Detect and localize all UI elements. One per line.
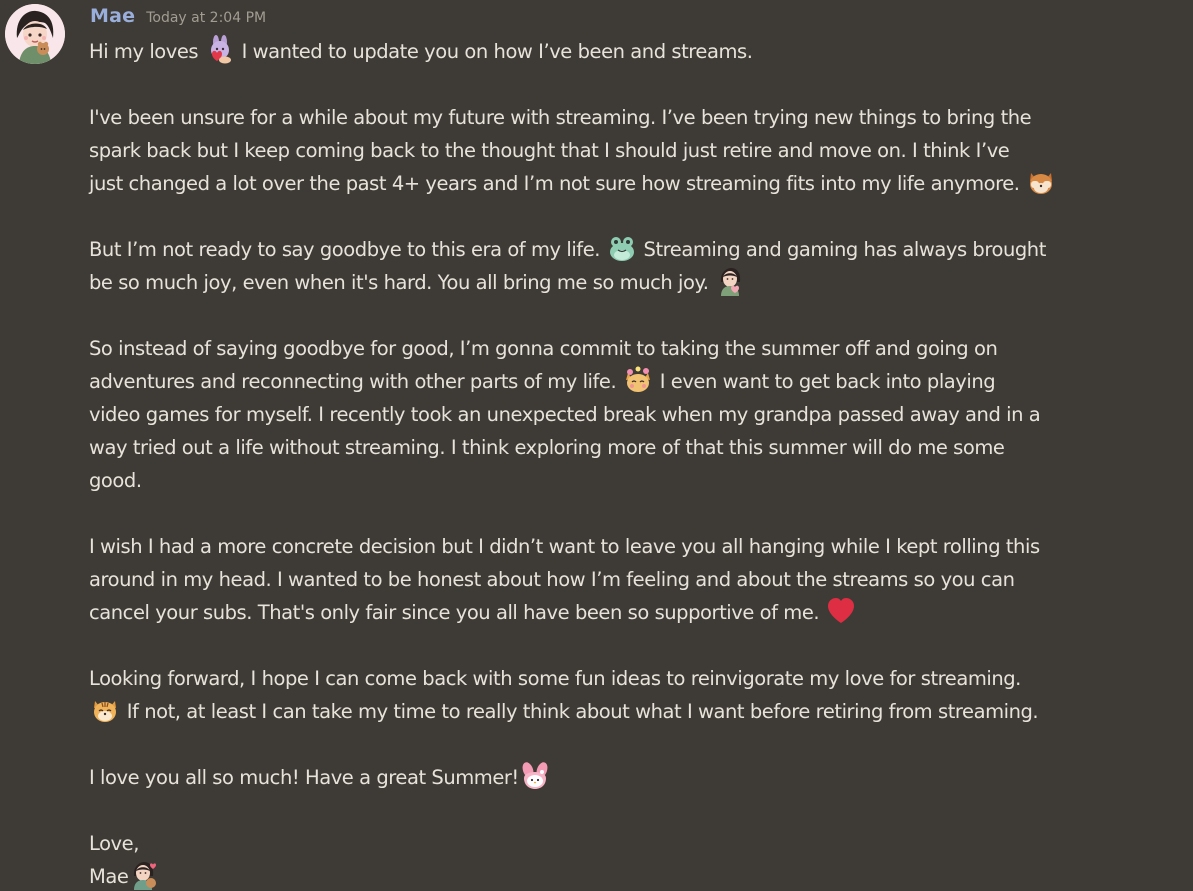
message-line: adventures and reconnecting with other p… — [89, 365, 1189, 398]
message-timestamp: Today at 2:04 PM — [146, 10, 267, 26]
message-line: just changed a lot over the past 4+ year… — [89, 167, 1189, 200]
message-paragraph: Love, Mae — [89, 827, 1189, 891]
avatar-image — [5, 4, 65, 64]
text-segment: I wanted to update you on how I’ve been … — [235, 40, 753, 63]
text-segment: good. — [89, 469, 142, 492]
message-line: video games for myself. I recently took … — [89, 398, 1189, 431]
text-segment: adventures and reconnecting with other p… — [89, 370, 622, 393]
text-segment: I've been unsure for a while about my fu… — [89, 106, 1032, 129]
frog-emoji[interactable] — [607, 233, 637, 263]
message-line: good. — [89, 464, 1189, 497]
message-line: I've been unsure for a while about my fu… — [89, 101, 1189, 134]
my-melody-emoji[interactable] — [520, 761, 550, 791]
text-segment: around in my head. I wanted to be honest… — [89, 568, 1015, 591]
text-segment: cancel your subs. That's only fair since… — [89, 601, 825, 624]
message-content: Hi my loves I wanted to update you on ho… — [89, 35, 1189, 891]
mae-heart-emoji[interactable] — [129, 860, 159, 890]
message-line: be so much joy, even when it's hard. You… — [89, 266, 1189, 299]
text-segment: Hi my loves — [89, 40, 204, 63]
message-paragraph: Hi my loves I wanted to update you on ho… — [89, 35, 1189, 68]
flower-cat-emoji[interactable] — [623, 365, 653, 395]
message-line: So instead of saying goodbye for good, I… — [89, 332, 1189, 365]
text-segment: Love, — [89, 832, 139, 855]
red-heart-emoji[interactable] — [826, 596, 856, 626]
message-header: Mae Today at 2:04 PM — [90, 5, 266, 31]
message-paragraph: I love you all so much! Have a great Sum… — [89, 761, 1189, 794]
bunny-heart-emoji[interactable] — [205, 35, 235, 65]
message-line: Hi my loves I wanted to update you on ho… — [89, 35, 1189, 68]
message-line: spark back but I keep coming back to the… — [89, 134, 1189, 167]
text-segment: So instead of saying goodbye for good, I… — [89, 337, 998, 360]
chat-message: Mae Today at 2:04 PM Hi my loves I wante… — [0, 0, 1193, 891]
message-line: But I’m not ready to say goodbye to this… — [89, 233, 1189, 266]
message-line: If not, at least I can take my time to r… — [89, 695, 1189, 728]
message-paragraph: I've been unsure for a while about my fu… — [89, 101, 1189, 200]
text-segment: I love you all so much! Have a great Sum… — [89, 766, 519, 789]
girl-heart-emoji[interactable] — [715, 266, 745, 296]
text-segment: If not, at least I can take my time to r… — [121, 700, 1039, 723]
message-line: cancel your subs. That's only fair since… — [89, 596, 1189, 629]
text-segment: video games for myself. I recently took … — [89, 403, 1041, 426]
message-paragraph: Looking forward, I hope I can come back … — [89, 662, 1189, 728]
author-name[interactable]: Mae — [90, 5, 135, 27]
text-segment: I even want to get back into playing — [653, 370, 996, 393]
text-segment: be so much joy, even when it's hard. You… — [89, 271, 715, 294]
text-segment: way tried out a life without streaming. … — [89, 436, 1005, 459]
text-segment: But I’m not ready to say goodbye to this… — [89, 238, 606, 261]
message-paragraph: So instead of saying goodbye for good, I… — [89, 332, 1189, 497]
avatar[interactable] — [5, 4, 65, 64]
message-line: I love you all so much! Have a great Sum… — [89, 761, 1189, 794]
shy-dog-emoji[interactable] — [1026, 167, 1056, 197]
text-segment: spark back but I keep coming back to the… — [89, 139, 1010, 162]
text-segment: just changed a lot over the past 4+ year… — [89, 172, 1026, 195]
message-line: around in my head. I wanted to be honest… — [89, 563, 1189, 596]
message-line: Looking forward, I hope I can come back … — [89, 662, 1189, 695]
text-segment: Streaming and gaming has always brought — [637, 238, 1047, 261]
message-paragraph: I wish I had a more concrete decision bu… — [89, 530, 1189, 629]
message-line: Love, — [89, 827, 1189, 860]
message-line: I wish I had a more concrete decision bu… — [89, 530, 1189, 563]
text-segment: I wish I had a more concrete decision bu… — [89, 535, 1040, 558]
message-line: way tried out a life without streaming. … — [89, 431, 1189, 464]
tiger-cat-emoji[interactable] — [90, 695, 120, 725]
message-line: Mae — [89, 860, 1189, 891]
text-segment: Looking forward, I hope I can come back … — [89, 667, 1021, 690]
message-paragraph: But I’m not ready to say goodbye to this… — [89, 233, 1189, 299]
text-segment: Mae — [89, 865, 129, 888]
